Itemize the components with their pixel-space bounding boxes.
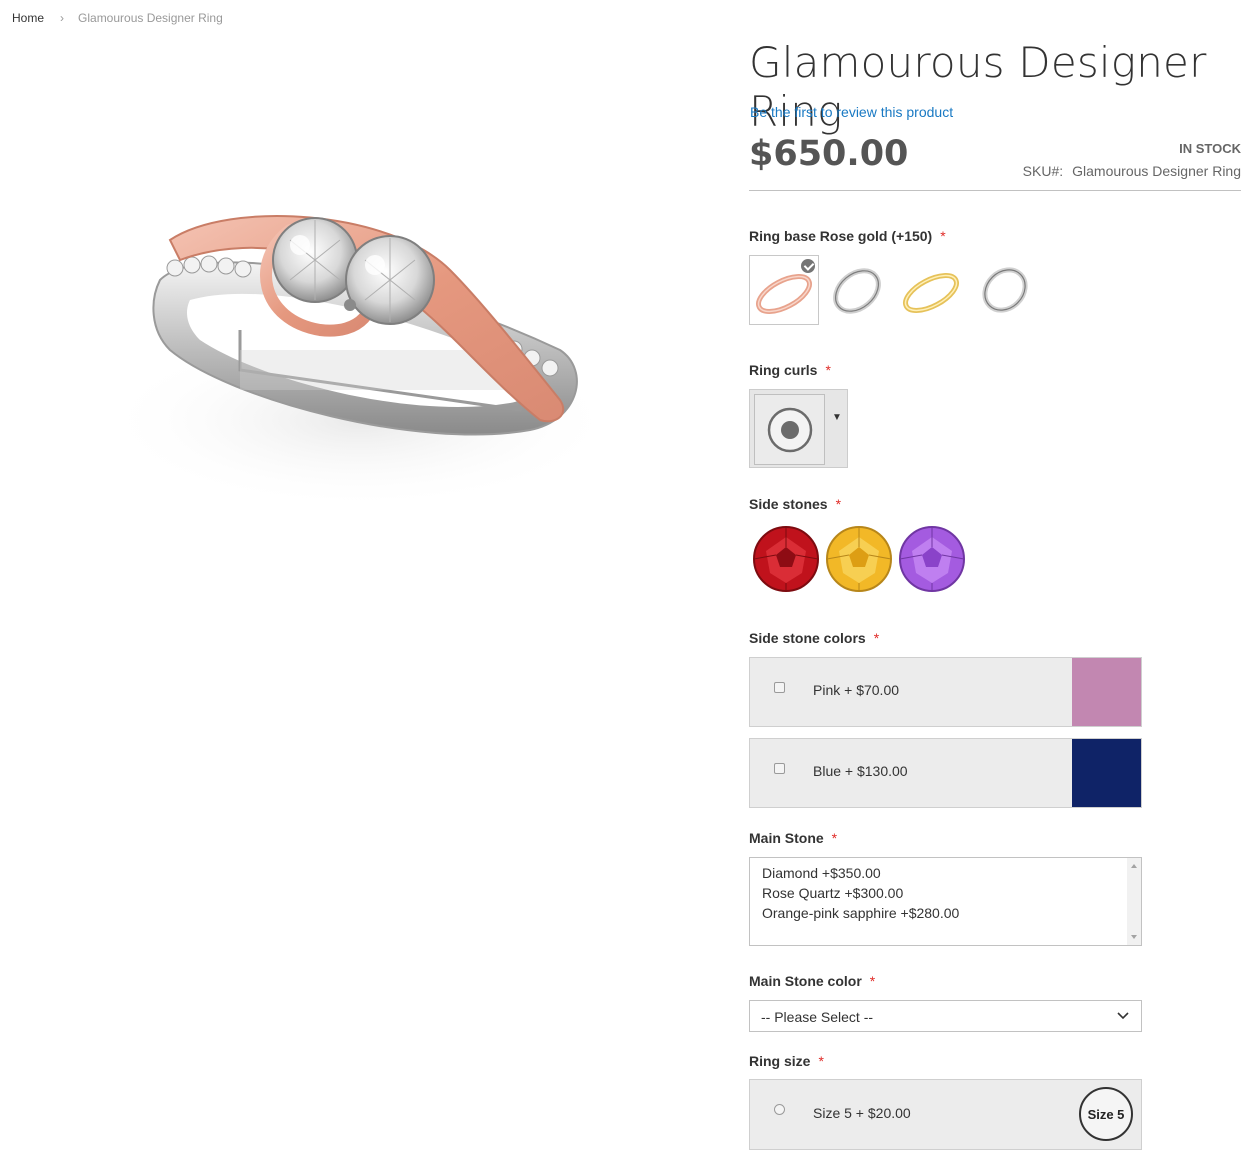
- ring-size-option-label: Size 5 + $20.00: [813, 1105, 911, 1121]
- yellow-gold-band-icon: [903, 273, 959, 313]
- sku-value: Glamourous Designer Ring: [1072, 163, 1241, 179]
- main-stone-label: Main Stone *: [749, 830, 837, 846]
- sku-label: SKU#:: [1022, 163, 1064, 179]
- select-value: -- Please Select --: [761, 1009, 874, 1025]
- ring-curls-label-text: Ring curls: [749, 362, 818, 378]
- main-stone-color-label: Main Stone color *: [749, 973, 875, 989]
- side-stone-amethyst[interactable]: [898, 525, 966, 593]
- product-price: $650.00: [749, 134, 909, 174]
- size-badge: Size 5: [1079, 1087, 1133, 1141]
- main-stone-color-select[interactable]: -- Please Select --: [749, 1000, 1142, 1032]
- side-stone-colors-label-text: Side stone colors: [749, 630, 866, 646]
- pink-color-sample: [1072, 658, 1141, 726]
- ring-size-radio[interactable]: [774, 1104, 785, 1115]
- breadcrumb-separator-icon: ›: [60, 11, 65, 25]
- divider: [749, 190, 1241, 191]
- blue-color-sample: [1072, 739, 1141, 807]
- listbox-scrollbar[interactable]: [1127, 858, 1141, 945]
- required-icon: *: [825, 362, 831, 378]
- required-icon: *: [818, 1053, 824, 1069]
- scroll-up-icon[interactable]: [1131, 864, 1137, 868]
- ring-base-label: Ring base Rose gold (+150) *: [749, 228, 946, 244]
- required-icon: *: [873, 630, 880, 646]
- side-stones-label-text: Side stones: [749, 496, 828, 512]
- amethyst-stone-icon: [899, 526, 965, 592]
- radio-circle-icon: [767, 407, 813, 453]
- main-stone-label-text: Main Stone: [749, 830, 824, 846]
- swatch-platinum[interactable]: [971, 255, 1041, 325]
- pink-option-label: Pink + $70.00: [813, 682, 900, 698]
- blue-option-label: Blue + $130.00: [813, 763, 908, 779]
- side-stones-label: Side stones *: [749, 496, 841, 512]
- breadcrumb-current: Glamourous Designer Ring: [78, 11, 223, 25]
- selected-check-icon: [799, 257, 817, 275]
- breadcrumb: Home › Glamourous Designer Ring: [12, 11, 223, 25]
- required-icon: *: [940, 228, 946, 244]
- swatch-rose-gold[interactable]: [749, 255, 819, 325]
- blue-checkbox[interactable]: [774, 763, 785, 774]
- swatch-yellow-gold[interactable]: [897, 255, 967, 325]
- main-stone-listbox[interactable]: Diamond +$350.00 Rose Quartz +$300.00 Or…: [749, 857, 1142, 946]
- ring-curls-label: Ring curls *: [749, 362, 831, 378]
- side-stone-citrine[interactable]: [825, 525, 893, 593]
- required-icon: *: [869, 973, 876, 989]
- swatch-white-gold[interactable]: [823, 255, 893, 325]
- main-stone-option[interactable]: Orange-pink sapphire +$280.00: [762, 905, 959, 921]
- ring-image-icon: [100, 215, 620, 510]
- side-stone-color-blue[interactable]: Blue + $130.00: [749, 738, 1142, 808]
- main-stone-option[interactable]: Rose Quartz +$300.00: [762, 885, 903, 901]
- product-title: Glamourous Designer Ring: [749, 38, 1207, 136]
- side-stone-color-pink[interactable]: Pink + $70.00: [749, 657, 1142, 727]
- review-link[interactable]: Be the first to review this product: [750, 104, 953, 120]
- side-stone-ruby[interactable]: [752, 525, 820, 593]
- stock-status: IN STOCK: [1179, 141, 1241, 156]
- ring-size-label-text: Ring size: [749, 1053, 811, 1069]
- main-stone-color-label-text: Main Stone color: [749, 973, 862, 989]
- scroll-down-icon[interactable]: [1131, 935, 1137, 939]
- ring-size-label: Ring size *: [749, 1053, 824, 1069]
- ruby-stone-icon: [753, 526, 819, 592]
- ring-size-option[interactable]: Size 5 + $20.00 Size 5: [749, 1079, 1142, 1150]
- ring-base-label-text: Ring base Rose gold (+150): [749, 228, 933, 244]
- chevron-down-icon: [1117, 1012, 1129, 1020]
- pink-checkbox[interactable]: [774, 682, 785, 693]
- ring-curls-preview: [754, 394, 825, 465]
- dropdown-arrow-icon: ▼: [832, 412, 842, 423]
- main-stone-option[interactable]: Diamond +$350.00: [762, 865, 881, 881]
- required-icon: *: [835, 496, 842, 512]
- platinum-band-icon: [982, 267, 1028, 313]
- ring-curls-select[interactable]: ▼: [749, 389, 848, 468]
- breadcrumb-home-link[interactable]: Home: [12, 11, 44, 25]
- product-image[interactable]: [60, 120, 680, 680]
- citrine-stone-icon: [826, 526, 892, 592]
- required-icon: *: [831, 830, 838, 846]
- white-gold-band-icon: [833, 268, 881, 314]
- side-stone-colors-label: Side stone colors *: [749, 630, 879, 646]
- sku: SKU#: Glamourous Designer Ring: [1023, 163, 1241, 179]
